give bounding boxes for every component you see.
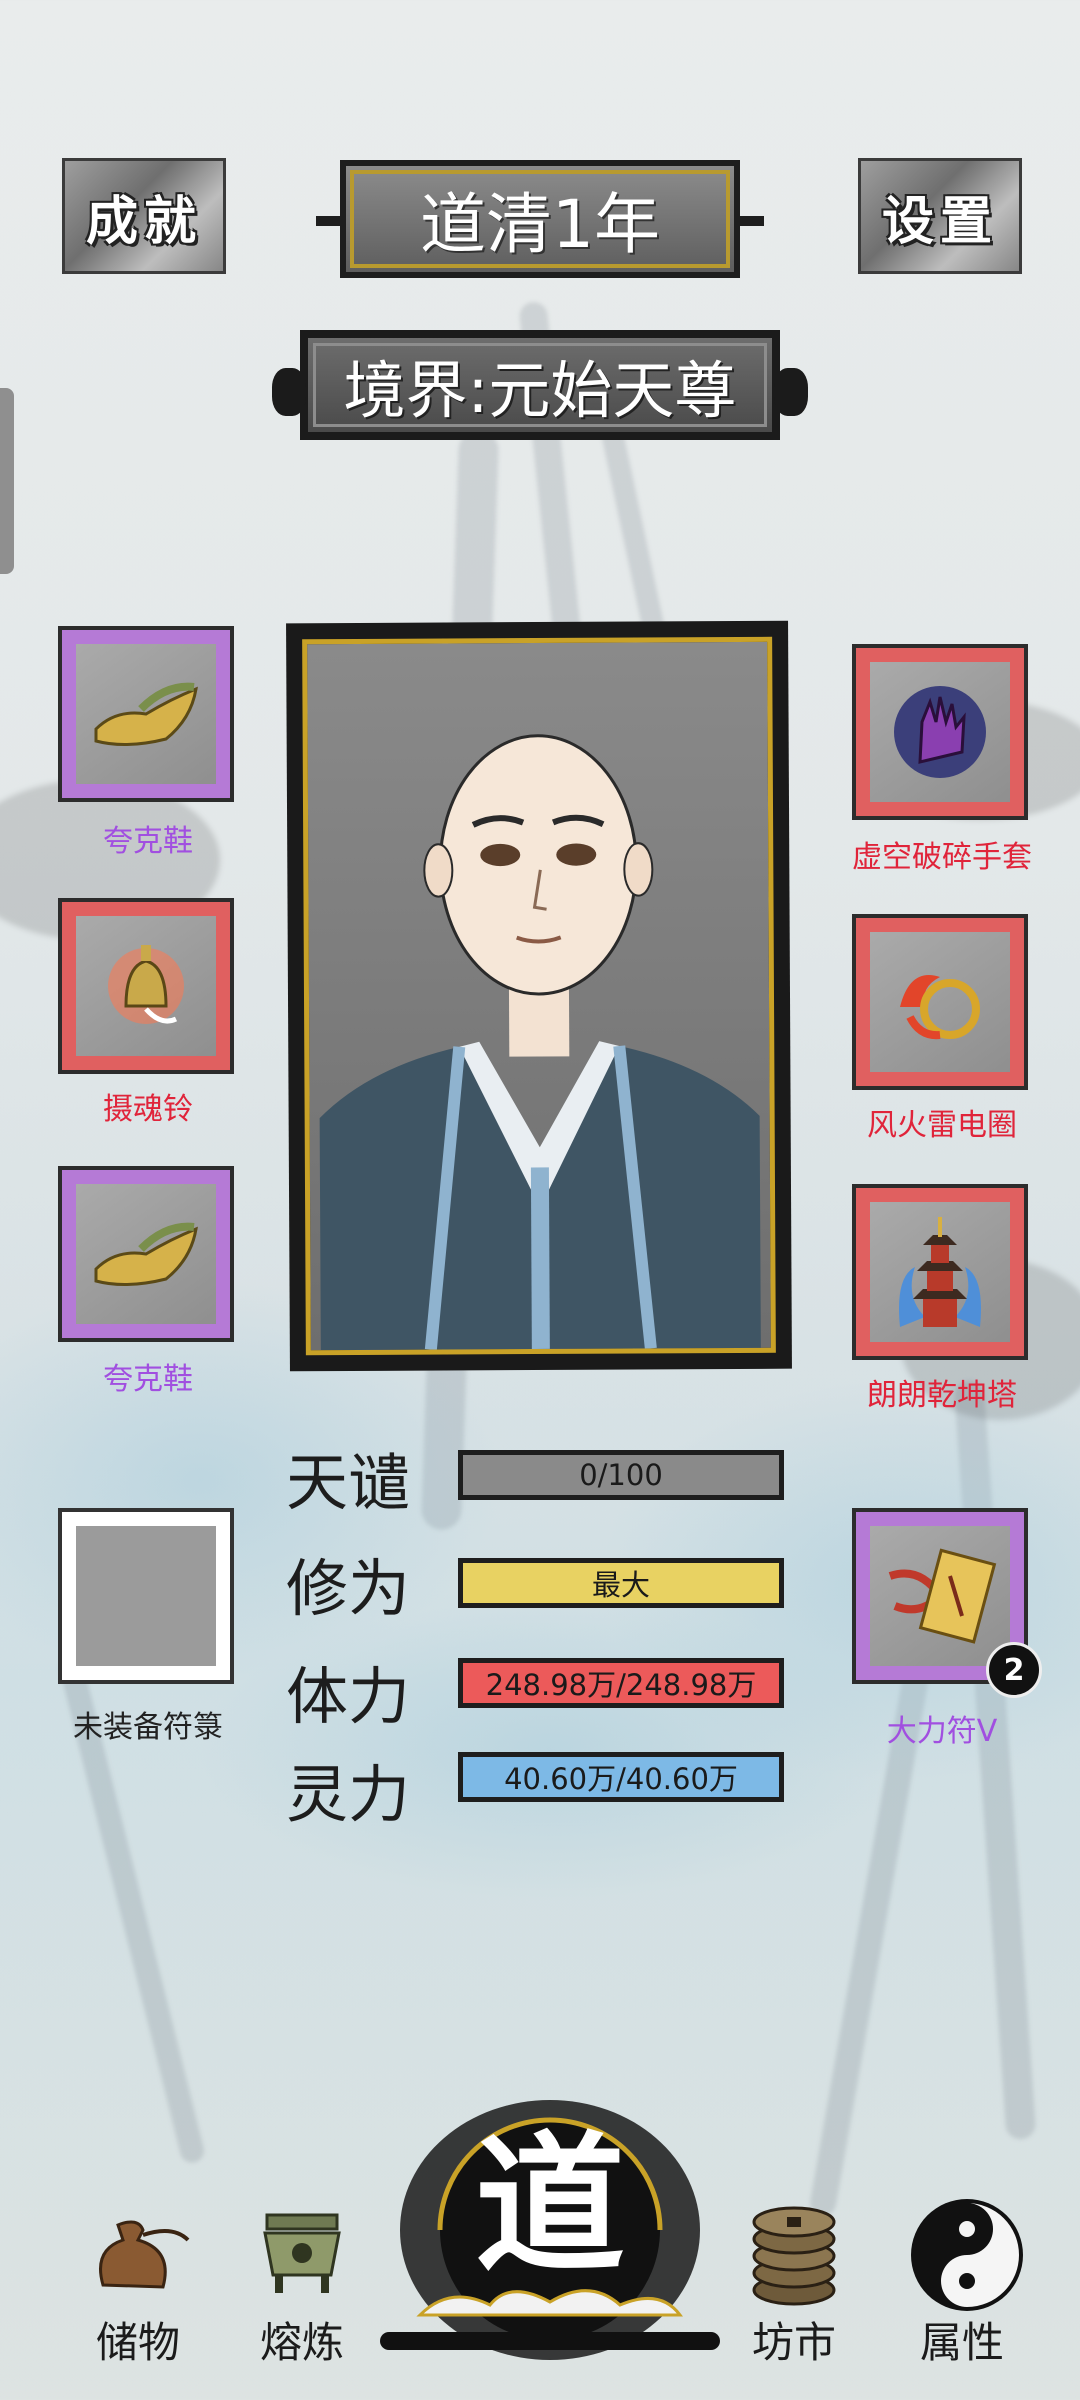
stamina-bar: 248.98万/248.98万 [458, 1658, 784, 1708]
nav-storage-label: 储物 [95, 2318, 180, 2367]
equip-slot-left-3[interactable] [58, 1166, 234, 1342]
year-plaque: 道清1年 [316, 160, 764, 278]
spirit-value: 40.60万/40.60万 [504, 1762, 738, 1796]
nav-smelting-label: 熔炼 [259, 2318, 344, 2367]
fire-ring-icon [870, 932, 1010, 1072]
pagoda-icon [870, 1202, 1010, 1342]
side-handle[interactable] [0, 388, 14, 574]
yin-yang-icon [907, 2195, 1023, 2311]
equip-slot-left-1[interactable] [58, 626, 234, 802]
stat-label-retribution: 天谴 [286, 1446, 411, 1519]
spirit-bar: 40.60万/40.60万 [458, 1752, 784, 1802]
nav-attributes-label: 属性 [919, 2318, 1004, 2367]
realm-label: 境界:元始天尊 [343, 354, 737, 427]
equip-label-right-2: 风火雷电圈 [867, 1108, 1017, 1143]
equip-slot-left-2[interactable] [58, 898, 234, 1074]
dao-label: 道 [474, 2117, 625, 2293]
equip-slot-right-3[interactable] [852, 1184, 1028, 1360]
talisman-slot[interactable]: 2 [852, 1508, 1042, 1698]
stat-label-stamina: 体力 [286, 1660, 411, 1733]
dao-main-button[interactable]: 道 [380, 2080, 720, 2380]
nav-smelting[interactable]: 熔炼 [232, 2195, 372, 2370]
retribution-value: 0/100 [579, 1458, 663, 1492]
equip-label-right-3: 朗朗乾坤塔 [867, 1378, 1017, 1413]
empty-slot-placeholder [76, 1526, 216, 1666]
pouch-icon [83, 2195, 193, 2305]
stat-label-spirit: 灵力 [286, 1758, 411, 1831]
equip-slot-right-1[interactable] [852, 644, 1028, 820]
shoe-icon [76, 1184, 216, 1324]
shoe-icon [76, 644, 216, 784]
talisman-slot-empty[interactable] [58, 1508, 234, 1684]
cultivation-bar: 最大 [458, 1558, 784, 1608]
character-portrait-frame [286, 620, 792, 1372]
retribution-bar: 0/100 [458, 1450, 784, 1500]
equip-label-left-2: 摄魂铃 [103, 1092, 193, 1127]
realm-plaque: 境界:元始天尊 [272, 330, 808, 440]
achievements-button[interactable]: 成就 [62, 158, 226, 274]
equip-label-left-1: 夸克鞋 [103, 824, 193, 859]
glove-icon [870, 662, 1010, 802]
bell-icon [76, 916, 216, 1056]
equip-label-right-1: 虚空破碎手套 [852, 840, 1032, 875]
cauldron-icon [247, 2195, 357, 2305]
coins-icon [739, 2195, 849, 2306]
nav-attributes[interactable]: 属性 [892, 2195, 1032, 2370]
stamina-value: 248.98万/248.98万 [485, 1668, 757, 1702]
achievements-label: 成就 [85, 190, 202, 252]
settings-label: 设置 [881, 190, 998, 252]
nav-market-label: 坊市 [751, 2318, 836, 2367]
year-label: 道清1年 [420, 186, 660, 263]
cultivation-value: 最大 [591, 1568, 650, 1602]
stat-label-cultivation: 修为 [286, 1552, 411, 1625]
talisman-label: 大力符V [886, 1714, 998, 1749]
talisman-icon [870, 1526, 1010, 1666]
settings-button[interactable]: 设置 [858, 158, 1022, 274]
equip-label-left-3: 夸克鞋 [103, 1362, 193, 1397]
talisman-count-badge: 2 [986, 1642, 1042, 1698]
nav-market[interactable]: 坊市 [724, 2195, 864, 2370]
nav-storage[interactable]: 储物 [68, 2195, 208, 2370]
equip-slot-right-2[interactable] [852, 914, 1028, 1090]
talisman-empty-label: 未装备符箓 [73, 1710, 223, 1745]
character-portrait [302, 636, 776, 1356]
